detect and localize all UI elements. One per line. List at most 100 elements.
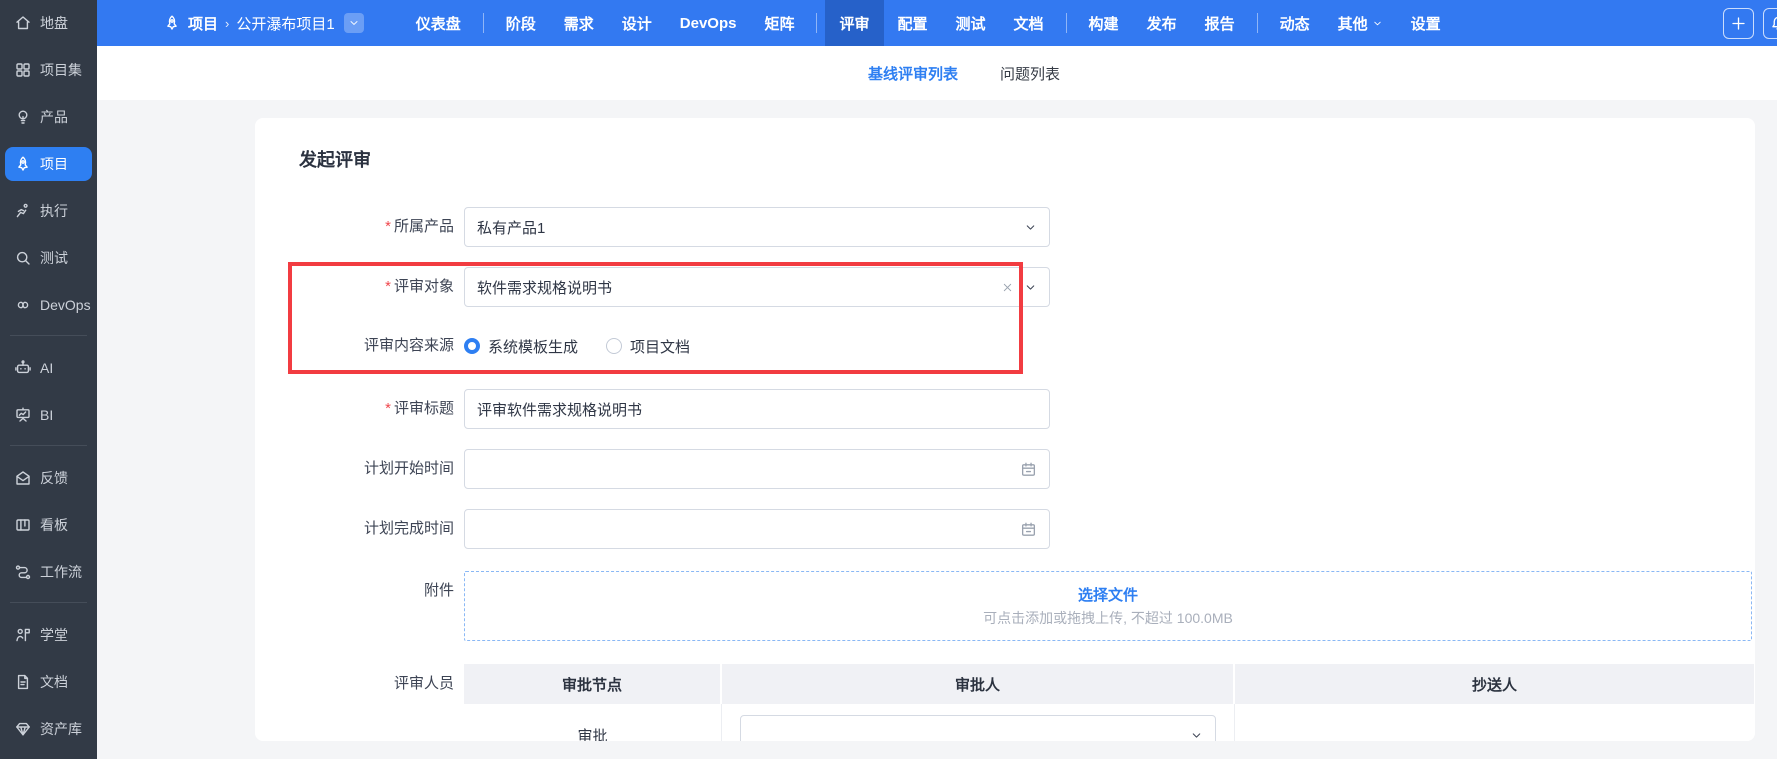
- sidebar-menu: 地盘项目集产品项目执行测试 DevOps AI BI 反馈看板工作流学堂文档资产库: [0, 6, 97, 746]
- school-icon: [14, 626, 32, 644]
- sidebar-item-label: 测试: [40, 248, 68, 268]
- tab-1[interactable]: 问题列表: [1000, 63, 1060, 84]
- product-select-value: 私有产品1: [477, 217, 1024, 238]
- radio-icon[interactable]: [464, 338, 480, 354]
- menu-item[interactable]: 设置: [1397, 0, 1455, 46]
- menu-item[interactable]: 仪表盘: [402, 0, 475, 46]
- sidebar-item-kanban[interactable]: 看板: [5, 508, 92, 542]
- attachment-dropzone[interactable]: 选择文件 可点击添加或拖拽上传, 不超过 100.0MB: [464, 571, 1752, 641]
- top-navbar: 项目 › 公开瀑布项目1 仪表盘阶段需求设计DevOps矩阵评审配置测试文档构建…: [97, 0, 1777, 46]
- radio-label: 项目文档: [630, 336, 690, 357]
- table-row: 审批: [464, 704, 1754, 741]
- review-object-select-value: 软件需求规格说明书: [477, 277, 1001, 298]
- assets-icon: [14, 720, 32, 738]
- sidebar-item-label: 反馈: [40, 468, 68, 488]
- project-switcher-button[interactable]: [344, 13, 364, 33]
- approver-select[interactable]: [740, 715, 1216, 741]
- radio-icon[interactable]: [606, 338, 622, 354]
- sidebar-item-workflow[interactable]: 工作流: [5, 555, 92, 589]
- product-select[interactable]: 私有产品1: [464, 207, 1050, 247]
- feedback-icon: [14, 469, 32, 487]
- sidebar-item-label: 项目: [40, 154, 68, 174]
- menu-item[interactable]: 矩阵: [750, 0, 808, 46]
- sidebar-item-test[interactable]: 测试: [5, 241, 92, 275]
- workflow-icon: [14, 563, 32, 581]
- radio-option-0[interactable]: 系统模板生成: [464, 336, 578, 357]
- calendar-icon: [1020, 521, 1037, 538]
- sidebar-item-assets[interactable]: 资产库: [5, 712, 92, 746]
- sidebar-item-execution[interactable]: 执行: [5, 194, 92, 228]
- menu-item[interactable]: 需求: [550, 0, 608, 46]
- sidebar-item-ai[interactable]: AI: [5, 351, 92, 385]
- sidebar-item-grid[interactable]: 项目集: [5, 53, 92, 87]
- menu-item[interactable]: 设计: [608, 0, 666, 46]
- breadcrumb-separator-icon: ›: [225, 16, 229, 31]
- menu-divider: [1257, 13, 1258, 33]
- menu-item[interactable]: 构建: [1075, 0, 1133, 46]
- plan-start-date-input[interactable]: [464, 449, 1050, 489]
- sidebar-item-home[interactable]: 地盘: [5, 6, 92, 40]
- choose-file-link[interactable]: 选择文件: [1078, 584, 1138, 605]
- breadcrumb[interactable]: 项目 › 公开瀑布项目1: [163, 0, 364, 46]
- sidebar-item-label: 执行: [40, 201, 68, 221]
- breadcrumb-section[interactable]: 项目: [188, 13, 218, 34]
- bi-icon: [14, 406, 32, 424]
- rocket-icon: [14, 155, 32, 173]
- sidebar-item-label: 资产库: [40, 719, 82, 739]
- sidebar-divider: [10, 335, 87, 336]
- menu-item[interactable]: 评审: [825, 0, 883, 46]
- breadcrumb-project[interactable]: 公开瀑布项目1: [236, 13, 334, 34]
- menu-item[interactable]: 阶段: [492, 0, 550, 46]
- field-row-attachment: 附件 选择文件 可点击添加或拖拽上传, 不超过 100.0MB: [299, 571, 1755, 641]
- required-mark: *: [385, 218, 391, 235]
- attachment-label: 附件: [299, 581, 454, 601]
- sidebar-item-doc[interactable]: 文档: [5, 665, 92, 699]
- test-icon: [14, 249, 32, 267]
- menu-item[interactable]: 发布: [1133, 0, 1191, 46]
- main-column: 项目 › 公开瀑布项目1 仪表盘阶段需求设计DevOps矩阵评审配置测试文档构建…: [97, 0, 1777, 759]
- review-form-card: 发起评审 *所属产品 私有产品1 *评审对象: [255, 118, 1755, 741]
- review-object-select[interactable]: 软件需求规格说明书: [464, 267, 1050, 307]
- rocket-icon: [163, 14, 181, 32]
- menu-divider: [1066, 13, 1067, 33]
- ai-icon: [14, 359, 32, 377]
- required-mark: *: [385, 400, 391, 417]
- upload-hint: 可点击添加或拖拽上传, 不超过 100.0MB: [983, 608, 1233, 628]
- sidebar-item-school[interactable]: 学堂: [5, 618, 92, 652]
- sidebar-item-label: 文档: [40, 672, 68, 692]
- radio-option-1[interactable]: 项目文档: [606, 336, 690, 357]
- menu-item[interactable]: DevOps: [666, 0, 751, 46]
- sidebar-item-label: AI: [40, 360, 53, 376]
- sidebar-item-bi[interactable]: BI: [5, 398, 92, 432]
- menu-item[interactable]: 其他: [1324, 0, 1397, 46]
- calendar-icon: [1020, 461, 1037, 478]
- menu-item[interactable]: 报告: [1191, 0, 1249, 46]
- menu-item[interactable]: 动态: [1266, 0, 1324, 46]
- menu-item[interactable]: 测试: [942, 0, 1000, 46]
- plan-end-date-input[interactable]: [464, 509, 1050, 549]
- app-root: 地盘项目集产品项目执行测试DevOpsAIBI反馈看板工作流学堂文档资产库 项目…: [0, 0, 1777, 759]
- sidebar-item-rocket[interactable]: 项目: [5, 147, 92, 181]
- clear-icon[interactable]: [1001, 281, 1014, 294]
- page-title: 发起评审: [299, 148, 1755, 173]
- menu-item[interactable]: 配置: [884, 0, 942, 46]
- navbar-actions: [1723, 0, 1777, 46]
- sidebar-item-feedback[interactable]: 反馈: [5, 461, 92, 495]
- tab-0[interactable]: 基线评审列表: [868, 63, 958, 84]
- sidebar-item-product[interactable]: 产品: [5, 100, 92, 134]
- secondary-tabbar: 基线评审列表 问题列表: [97, 46, 1777, 100]
- create-button[interactable]: [1723, 8, 1754, 39]
- field-row-reviewers: 评审人员 审批节点 审批人 抄送人 审批: [299, 664, 1755, 741]
- notifications-button[interactable]: [1763, 8, 1777, 39]
- menu-item[interactable]: 文档: [1000, 0, 1058, 46]
- review-title-input[interactable]: [464, 389, 1050, 429]
- field-row-review-object: *评审对象 软件需求规格说明书: [299, 267, 1755, 307]
- chevron-down-icon: [1190, 729, 1203, 742]
- content-source-label: 评审内容来源: [299, 336, 454, 356]
- column-header-approver: 审批人: [722, 664, 1235, 704]
- sidebar-item-devops[interactable]: DevOps: [5, 288, 92, 322]
- sidebar-item-label: 产品: [40, 107, 68, 127]
- home-icon: [14, 14, 32, 32]
- reviewers-label: 评审人员: [299, 674, 454, 694]
- column-header-node: 审批节点: [464, 664, 722, 704]
